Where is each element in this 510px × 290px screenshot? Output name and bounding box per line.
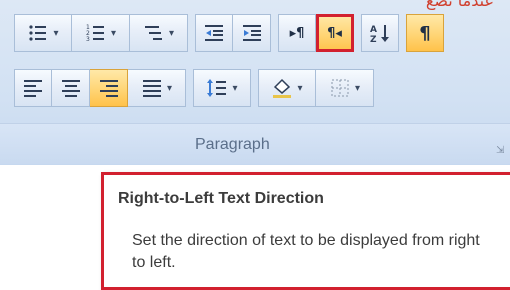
chevron-down-icon[interactable]: ▾ bbox=[169, 28, 174, 39]
borders-icon bbox=[331, 79, 349, 97]
paragraph-ribbon-group: عندما تضع ▾ 1 2 3 ▾ ▾ ▸¶ ¶◂ A Z ¶ ▾ ▾ ▾ … bbox=[0, 0, 510, 165]
tooltip-body: Set the direction of text to be displaye… bbox=[132, 232, 480, 271]
shading-button[interactable]: ▾ bbox=[258, 69, 316, 107]
borders-button[interactable]: ▾ bbox=[316, 69, 374, 107]
decrease-indent-button[interactable] bbox=[195, 14, 233, 52]
shading-group: ▾ ▾ bbox=[258, 69, 374, 107]
align-left-button[interactable] bbox=[14, 69, 52, 107]
text-direction-group: ▸¶ ¶◂ bbox=[278, 14, 354, 52]
numbering-icon: 1 2 3 bbox=[86, 24, 104, 43]
list-buttons-group: ▾ 1 2 3 ▾ ▾ bbox=[14, 14, 188, 52]
line-spacing-button[interactable]: ▾ bbox=[193, 69, 251, 107]
chevron-down-icon[interactable]: ▾ bbox=[297, 83, 302, 94]
alignment-group: ▾ bbox=[14, 69, 186, 107]
align-left-icon bbox=[24, 80, 42, 97]
rtl-text-icon: ¶◂ bbox=[327, 25, 342, 41]
justify-button[interactable]: ▾ bbox=[128, 69, 186, 107]
left-to-right-button[interactable]: ▸¶ bbox=[278, 14, 316, 52]
align-center-button[interactable] bbox=[52, 69, 90, 107]
ribbon-row-2: ▾ ▾ ▾ ▾ bbox=[14, 69, 381, 107]
ribbon-row-1: ▾ 1 2 3 ▾ ▾ ▸¶ ¶◂ A Z ¶ bbox=[14, 14, 451, 52]
line-spacing-icon bbox=[207, 79, 227, 97]
align-right-button[interactable] bbox=[90, 69, 128, 107]
sort-az-icon: A Z bbox=[370, 25, 389, 44]
svg-text:Z: Z bbox=[370, 35, 377, 44]
justify-icon bbox=[142, 80, 161, 97]
group-title: Paragraph bbox=[195, 136, 270, 153]
indent-buttons-group bbox=[195, 14, 271, 52]
numbering-button[interactable]: 1 2 3 ▾ bbox=[72, 14, 130, 52]
align-right-icon bbox=[99, 80, 118, 97]
rtl-tooltip: Right-to-Left Text Direction Set the dir… bbox=[101, 172, 510, 290]
increase-indent-icon bbox=[242, 25, 261, 41]
shading-bucket-icon bbox=[273, 78, 292, 98]
right-to-left-button[interactable]: ¶◂ bbox=[316, 14, 354, 52]
chevron-down-icon[interactable]: ▾ bbox=[232, 83, 237, 94]
document-text-fragment: عندما تضع bbox=[425, 0, 494, 10]
tooltip-title: Right-to-Left Text Direction bbox=[118, 190, 324, 207]
increase-indent-button[interactable] bbox=[233, 14, 271, 52]
chevron-down-icon[interactable]: ▾ bbox=[167, 83, 172, 94]
bullets-icon bbox=[29, 25, 47, 41]
chevron-down-icon[interactable]: ▾ bbox=[111, 28, 116, 39]
svg-text:3: 3 bbox=[86, 36, 90, 43]
pilcrow-icon: ¶ bbox=[419, 22, 431, 44]
chevron-down-icon[interactable]: ▾ bbox=[53, 28, 58, 39]
paragraph-group-label: Paragraph ⇲ bbox=[0, 123, 510, 164]
multilevel-list-button[interactable]: ▾ bbox=[130, 14, 188, 52]
ltr-text-icon: ▸¶ bbox=[289, 25, 305, 41]
decrease-indent-icon bbox=[205, 25, 223, 41]
bullets-button[interactable]: ▾ bbox=[14, 14, 72, 52]
dialog-launcher-icon[interactable]: ⇲ bbox=[496, 145, 508, 157]
line-spacing-group: ▾ bbox=[193, 69, 251, 107]
chevron-down-icon[interactable]: ▾ bbox=[355, 83, 360, 94]
multilevel-list-icon bbox=[144, 26, 162, 40]
show-hide-group: ¶ bbox=[406, 14, 444, 52]
align-center-icon bbox=[61, 80, 80, 97]
show-hide-button[interactable]: ¶ bbox=[406, 14, 444, 52]
svg-text:A: A bbox=[370, 25, 377, 35]
sort-group: A Z bbox=[361, 14, 399, 52]
sort-button[interactable]: A Z bbox=[361, 14, 399, 52]
